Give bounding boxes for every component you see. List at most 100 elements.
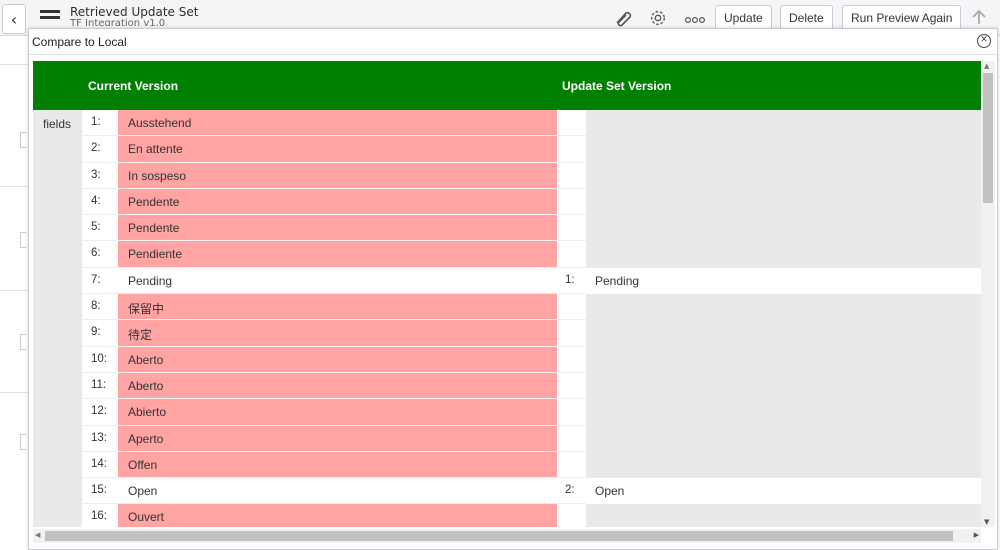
- update-line-number: [557, 504, 586, 527]
- current-line-text: Ouvert: [118, 504, 557, 527]
- page-subtitle: TF Integration v1.0: [70, 18, 166, 26]
- update-line-number: [557, 188, 586, 216]
- scroll-down-icon[interactable]: ▼: [984, 518, 989, 526]
- current-line-text: Pending: [118, 267, 557, 295]
- diff-row: 10: Aberto: [82, 346, 981, 373]
- diff-row: 12: Abierto: [82, 399, 981, 426]
- current-line-text: Abierto: [118, 399, 557, 426]
- current-line-number: 4:: [82, 188, 118, 216]
- update-line-text: [586, 241, 981, 268]
- horizontal-scroll-thumb[interactable]: [45, 531, 953, 541]
- update-line-text: [586, 346, 981, 373]
- update-line-text: [586, 162, 981, 189]
- back-icon[interactable]: ‹: [2, 4, 26, 34]
- update-line-text: [586, 320, 981, 347]
- more-icon[interactable]: [684, 11, 706, 29]
- close-icon[interactable]: ✕: [977, 34, 991, 48]
- modal-title: Compare to Local: [32, 35, 127, 49]
- current-line-number: 13:: [82, 425, 118, 452]
- background-page-left: [0, 36, 28, 550]
- current-line-number: 2:: [82, 136, 118, 163]
- update-line-number: [557, 110, 586, 137]
- menu-icon[interactable]: [40, 10, 60, 24]
- diff-row: 4: Pendente: [82, 188, 981, 216]
- current-line-number: 10:: [82, 346, 118, 373]
- current-line-text: Aberto: [118, 372, 557, 400]
- update-line-text: [586, 215, 981, 242]
- current-line-text: Aperto: [118, 425, 557, 452]
- current-line-number: 8:: [82, 294, 118, 321]
- current-line-number: 14:: [82, 451, 118, 479]
- diff-body: fields 1: Ausstehend 2: En attente 3: In sosp…: [33, 110, 981, 527]
- current-line-text: In sospeso: [118, 162, 557, 189]
- current-line-number: 15:: [82, 478, 118, 505]
- field-name-label: fields: [33, 110, 82, 527]
- diff-rows: 1: Ausstehend 2: En attente 3: In sospeso 4: Pe…: [82, 110, 981, 527]
- diff-row: 7: Pending 1: Pending: [82, 267, 981, 295]
- current-line-text: Offen: [118, 451, 557, 479]
- current-line-text: 待定: [118, 320, 557, 347]
- scroll-up-icon[interactable]: ▲: [984, 62, 989, 70]
- current-line-number: 7:: [82, 267, 118, 295]
- current-line-text: Open: [118, 478, 557, 505]
- update-line-number: 1:: [557, 267, 586, 295]
- update-line-number: [557, 162, 586, 189]
- current-line-text: Pendente: [118, 215, 557, 242]
- update-line-text: [586, 425, 981, 452]
- current-line-number: 11:: [82, 372, 118, 400]
- vertical-scroll-thumb[interactable]: [983, 73, 993, 203]
- update-line-number: [557, 425, 586, 452]
- diff-row: 8: 保留中: [82, 294, 981, 321]
- diff-row: 14: Offen: [82, 451, 981, 479]
- update-line-text: [586, 188, 981, 216]
- update-line-text: [586, 110, 981, 137]
- update-line-text: [586, 372, 981, 400]
- update-line-text: Pending: [586, 267, 981, 295]
- page-title: Retrieved Update Set: [70, 5, 199, 19]
- update-line-text: [586, 504, 981, 527]
- update-line-text: [586, 399, 981, 426]
- current-line-number: 9:: [82, 320, 118, 347]
- diff-row: 2: En attente: [82, 136, 981, 163]
- current-version-header: Current Version: [88, 79, 179, 93]
- update-line-number: [557, 215, 586, 242]
- current-line-text: Ausstehend: [118, 110, 557, 137]
- scroll-left-icon[interactable]: ◀: [35, 531, 40, 539]
- update-line-text: [586, 136, 981, 163]
- compare-modal: Compare to Local ✕ Current Version Updat…: [28, 28, 998, 550]
- vertical-scrollbar[interactable]: ▲ ▼: [981, 61, 995, 527]
- update-line-number: [557, 294, 586, 321]
- current-line-text: Pendiente: [118, 241, 557, 268]
- current-line-text: Aberto: [118, 346, 557, 373]
- diff-row: 3: In sospeso: [82, 162, 981, 189]
- current-line-text: En attente: [118, 136, 557, 163]
- diff-row: 1: Ausstehend: [82, 110, 981, 137]
- update-line-number: [557, 451, 586, 479]
- arrow-up-icon[interactable]: [970, 8, 988, 30]
- diff-row: 11: Aberto: [82, 372, 981, 400]
- diff-header: Current Version Update Set Version: [33, 61, 981, 110]
- update-set-version-header: Update Set Version: [562, 79, 672, 93]
- update-line-number: [557, 399, 586, 426]
- update-line-number: [557, 136, 586, 163]
- update-line-number: [557, 346, 586, 373]
- diff-row: 9: 待定: [82, 320, 981, 347]
- current-line-number: 3:: [82, 162, 118, 189]
- update-line-number: [557, 372, 586, 400]
- diff-row: 15: Open 2: Open: [82, 478, 981, 505]
- current-line-number: 6:: [82, 241, 118, 268]
- scroll-right-icon[interactable]: ▶: [974, 531, 979, 539]
- diff-row: 13: Aperto: [82, 425, 981, 452]
- current-line-number: 1:: [82, 110, 118, 137]
- update-line-number: 2:: [557, 478, 586, 505]
- update-line-text: [586, 451, 981, 479]
- current-line-number: 16:: [82, 504, 118, 527]
- current-line-text: Pendente: [118, 188, 557, 216]
- modal-header: Compare to Local ✕: [29, 29, 997, 55]
- current-line-text: 保留中: [118, 294, 557, 321]
- current-line-number: 12:: [82, 399, 118, 426]
- diff-row: 16: Ouvert: [82, 504, 981, 527]
- diff-row: 6: Pendiente: [82, 241, 981, 268]
- horizontal-scrollbar[interactable]: ◀ ▶: [33, 529, 981, 543]
- diff-view: Current Version Update Set Version field…: [33, 61, 981, 527]
